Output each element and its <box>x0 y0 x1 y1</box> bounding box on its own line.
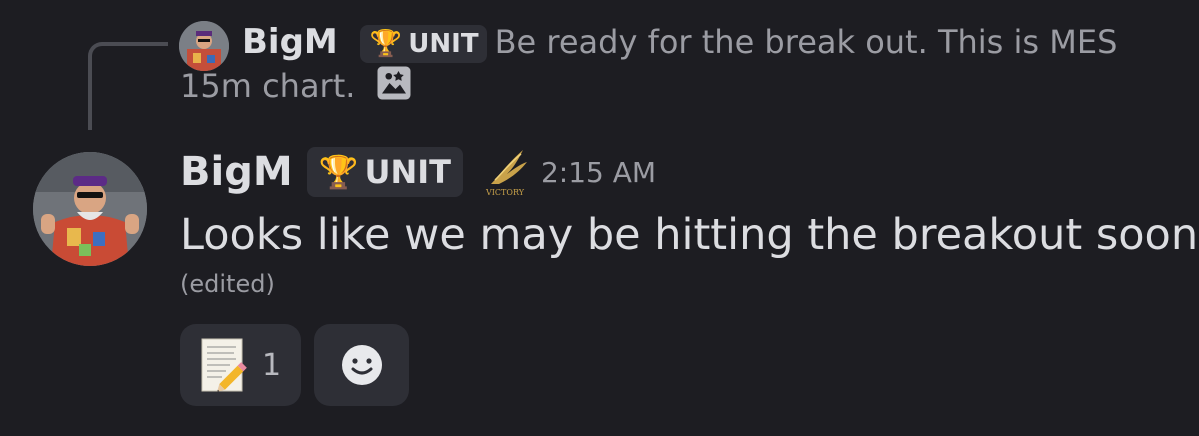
memo-pencil-emoji <box>201 338 247 392</box>
reply-connector-line <box>88 42 168 130</box>
role-tag[interactable]: 🏆 UNIT <box>306 147 463 197</box>
reaction-count: 1 <box>262 347 282 383</box>
reply-preview[interactable]: BigM 🏆 UNIT Be ready for the break out. … <box>180 20 1160 108</box>
victory-badge-text: VICTORY <box>485 188 525 197</box>
edited-label: (edited) <box>180 270 275 298</box>
reaction-memo[interactable]: 1 <box>180 324 301 406</box>
reply-role-tag[interactable]: 🏆 UNIT <box>359 25 487 63</box>
trophy-icon: 🏆 <box>369 29 403 59</box>
author-avatar[interactable] <box>33 152 147 266</box>
message-text: Looks like we may be hitting the breakou… <box>180 210 1199 260</box>
reply-role-label: UNIT <box>408 29 479 59</box>
image-icon[interactable] <box>376 65 412 101</box>
trophy-icon: 🏆 <box>318 153 359 191</box>
message-header: BigM 🏆 UNIT VICTORY 2:15 AM <box>180 146 656 198</box>
add-reaction-button[interactable] <box>314 324 409 406</box>
avatar-image-icon <box>33 152 147 266</box>
timestamp[interactable]: 2:15 AM <box>541 156 656 189</box>
smiley-icon <box>341 345 382 385</box>
reply-author-name[interactable]: BigM <box>242 20 338 64</box>
victory-wing-icon[interactable]: VICTORY <box>477 146 533 198</box>
author-name[interactable]: BigM <box>180 149 293 195</box>
role-label: UNIT <box>364 153 451 191</box>
